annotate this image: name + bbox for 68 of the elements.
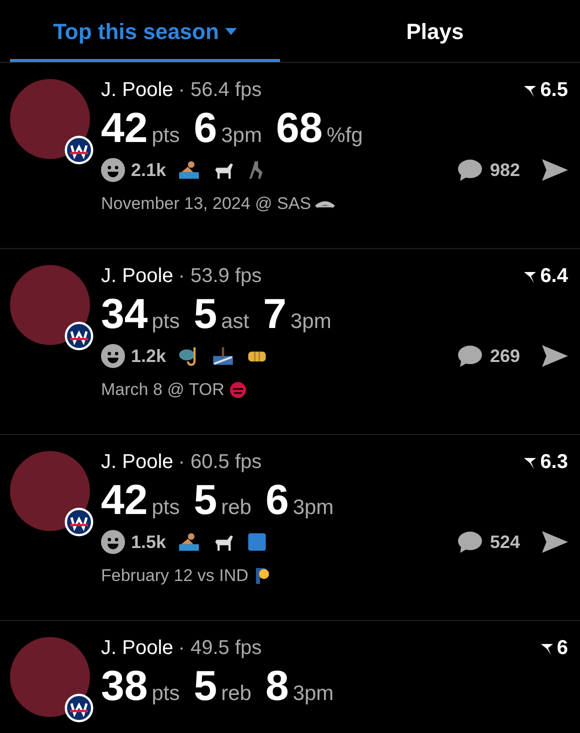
rating-icon: [540, 642, 554, 656]
stat-value: 5: [194, 662, 218, 710]
comment-icon[interactable]: [458, 344, 482, 368]
stat-unit: pts: [152, 124, 180, 148]
send-icon[interactable]: [542, 345, 568, 367]
stat-unit: reb: [221, 682, 252, 706]
player-name[interactable]: J. Poole: [101, 79, 174, 102]
reaction-count: 2.1k: [131, 160, 166, 180]
stat-unit: 3pm: [292, 496, 334, 520]
smiley-icon[interactable]: [101, 344, 125, 368]
stat-value: 42: [101, 476, 148, 524]
stat-unit: %fg: [326, 124, 363, 148]
player-name[interactable]: J. Poole: [101, 265, 174, 288]
game-date: November 13, 2024 @ SAS: [101, 194, 312, 214]
rating-value: 6.5: [540, 79, 568, 102]
smiley-icon[interactable]: [101, 530, 125, 554]
send-icon[interactable]: [542, 531, 568, 553]
fantasy-points: · 53.9 fps: [178, 265, 262, 288]
rating-value: 6: [556, 637, 568, 660]
stat-unit: 3pm: [221, 124, 262, 148]
stat-value: 8: [265, 662, 289, 710]
game-date: February 12 vs IND: [101, 566, 248, 586]
fantasy-points: · 49.5 fps: [178, 637, 262, 660]
send-icon[interactable]: [542, 159, 568, 181]
stat-value: 42: [101, 104, 148, 152]
comment-icon[interactable]: [458, 530, 482, 554]
stat-unit: 3pm: [292, 682, 334, 706]
team-logo-icon: [64, 693, 94, 723]
stat-unit: ast: [221, 310, 250, 334]
rating-value: 6.4: [540, 265, 568, 288]
stat-value: 6: [265, 476, 289, 524]
game-date: March 8 @ TOR: [101, 380, 224, 400]
reaction-count: 1.5k: [131, 532, 166, 552]
fantasy-points: · 56.4 fps: [178, 79, 262, 102]
stat-unit: 3pm: [290, 310, 332, 334]
stat-value: 68: [276, 104, 323, 152]
stat-value: 34: [101, 290, 148, 338]
stat-unit: pts: [152, 310, 180, 334]
rating-icon: [523, 270, 538, 284]
rating-icon: [523, 456, 538, 470]
fantasy-points: · 60.5 fps: [178, 451, 262, 474]
swimmer-icon[interactable]: [178, 159, 200, 181]
team-logo-icon: [64, 507, 94, 537]
smiley-icon[interactable]: [101, 158, 125, 182]
reaction-count: 1.2k: [131, 346, 166, 366]
stat-value: 5: [194, 290, 218, 338]
stat-unit: pts: [152, 682, 180, 706]
stat-unit: reb: [221, 496, 252, 520]
stat-value: 38: [101, 662, 148, 710]
stat-value: 5: [194, 476, 218, 524]
swimmer-icon[interactable]: [178, 531, 200, 553]
caret-icon[interactable]: [224, 28, 237, 35]
stat-unit: pts: [152, 496, 180, 520]
square-icon[interactable]: [246, 531, 268, 553]
player-name[interactable]: J. Poole: [101, 637, 174, 660]
rating-icon: [523, 84, 538, 98]
stat-value: 7: [263, 290, 286, 338]
comment-count: 982: [490, 160, 520, 180]
team-logo-icon: [64, 135, 94, 165]
tab[interactable]: Plays: [300, 0, 570, 62]
team-logo-icon: [64, 321, 94, 351]
stat-value: 6: [194, 104, 218, 152]
comment-icon[interactable]: [458, 158, 482, 182]
rating-value: 6.3: [540, 451, 568, 474]
comment-count: 524: [490, 532, 520, 552]
player-name[interactable]: J. Poole: [101, 451, 174, 474]
tab[interactable]: Top this season: [10, 0, 280, 62]
comment-count: 269: [490, 346, 520, 366]
